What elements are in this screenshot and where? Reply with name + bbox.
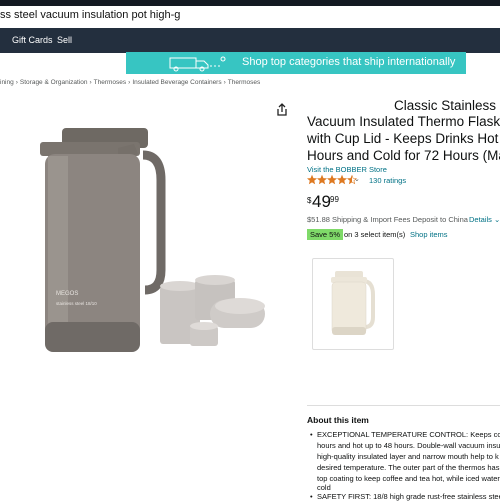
about-line: cold	[317, 483, 331, 492]
banner-text: Shop top categories that ship internatio…	[242, 56, 456, 68]
price-whole: 49	[312, 192, 331, 211]
about-line: desired temperature. The outer part of t…	[317, 463, 500, 472]
about-line: hours and hot up to 48 hours. Double-wal…	[317, 441, 500, 450]
nav-gift-cards[interactable]: Gift Cards	[12, 35, 53, 45]
rating-count-link[interactable]: 130 ratings	[369, 176, 406, 185]
bullet-dot: •	[310, 430, 313, 439]
breadcrumb: ining › Storage & Organization › Thermoses › I…	[0, 79, 260, 86]
nav-bar	[0, 28, 500, 53]
coupon-text: on 3 select item(s)	[344, 230, 406, 239]
chevron-down-icon[interactable]: ⌄	[354, 175, 360, 183]
breadcrumb-separator: ›	[15, 79, 18, 86]
star-fill-icon	[327, 175, 337, 184]
about-line: high-quality insulated layer and narrow …	[317, 452, 499, 461]
price-symbol: $	[307, 196, 312, 205]
shipping-text: $51.88 Shipping & Import Fees Deposit to…	[307, 215, 468, 224]
product-title-line: Vacuum Insulated Thermo Flask B	[307, 114, 500, 129]
search-input[interactable]: ss steel vacuum insulation pot high-grad…	[0, 9, 180, 21]
divider	[307, 405, 500, 406]
top-strip	[0, 0, 500, 6]
about-line: EXCEPTIONAL TEMPERATURE CONTROL: Keeps c…	[317, 430, 500, 439]
star-fill-icon	[307, 175, 317, 184]
image-brand-text: MEGOS	[56, 291, 78, 297]
truck-icon	[169, 56, 226, 72]
nav-sell[interactable]: Sell	[57, 35, 72, 45]
breadcrumb-item[interactable]: Thermoses	[228, 79, 261, 86]
breadcrumb-separator: ›	[89, 79, 92, 86]
product-title-line: Classic Stainless St	[394, 98, 500, 113]
product-image[interactable]: MEGOS stainless steel 18/10	[0, 110, 300, 380]
shipping-details-link[interactable]: Details ⌄	[469, 215, 500, 224]
breadcrumb-item[interactable]: ining	[0, 79, 14, 86]
about-heading: About this item	[307, 415, 369, 425]
image-sub-text: stainless steel 18/10	[56, 301, 97, 306]
star-fill-icon	[317, 175, 327, 184]
star-rating[interactable]	[307, 175, 357, 185]
price-fraction: 99	[330, 195, 339, 204]
shop-items-link[interactable]: Shop items	[410, 230, 448, 239]
about-line: top coating to keep coffee and tea hot, …	[317, 474, 500, 483]
star-fill-icon	[337, 175, 347, 184]
store-link[interactable]: Visit the BOBBER Store	[307, 165, 387, 174]
coupon-badge: Save 5%	[307, 229, 344, 240]
breadcrumb-item[interactable]: Storage & Organization	[20, 79, 88, 86]
breadcrumb-separator: ›	[128, 79, 131, 86]
thermos-thumbnail-icon	[331, 271, 375, 335]
breadcrumb-item[interactable]: Thermoses	[94, 79, 127, 86]
product-title-line: with Cup Lid - Keeps Drinks Hot fo	[307, 131, 500, 146]
breadcrumb-separator: ›	[223, 79, 226, 86]
breadcrumb-item[interactable]: Insulated Beverage Containers	[132, 79, 221, 86]
product-title-line: Hours and Cold for 72 Hours (Matt	[307, 148, 500, 163]
variant-thumbnail[interactable]	[312, 258, 394, 350]
